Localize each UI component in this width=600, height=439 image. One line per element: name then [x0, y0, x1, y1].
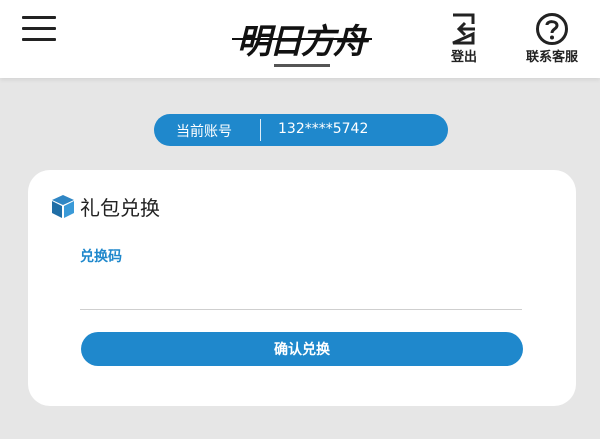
card-title: 礼包兑换 — [50, 192, 160, 220]
logout-button[interactable]: 登出 — [432, 8, 496, 72]
account-value: 132****5742 — [278, 121, 369, 137]
logout-icon — [452, 13, 475, 45]
top-header: 明日方舟 登出 联系客服 — [0, 0, 600, 78]
contact-service-button[interactable]: 联系客服 — [512, 8, 592, 72]
code-field-label: 兑换码 — [80, 249, 122, 265]
gift-box-icon — [52, 195, 74, 218]
account-label: 当前账号 — [176, 124, 232, 140]
help-circle-icon — [536, 13, 568, 45]
redeem-code-input[interactable] — [80, 270, 522, 310]
logo-underline — [232, 38, 372, 40]
logout-label: 登出 — [450, 50, 477, 65]
gift-title: 礼包兑换 — [80, 195, 160, 220]
brand-logo: 明日方舟 — [226, 6, 376, 74]
service-label: 联系客服 — [525, 50, 578, 65]
current-account-pill: 当前账号 132****5742 — [154, 114, 448, 146]
account-divider — [260, 119, 261, 141]
confirm-redeem-button[interactable]: 确认兑换 — [81, 332, 523, 366]
menu-button[interactable] — [20, 14, 60, 44]
hamburger-menu-icon — [22, 16, 56, 19]
gift-redeem-card: 礼包兑换 兑换码 确认兑换 — [28, 170, 576, 406]
logo-sub-bar — [274, 64, 330, 67]
